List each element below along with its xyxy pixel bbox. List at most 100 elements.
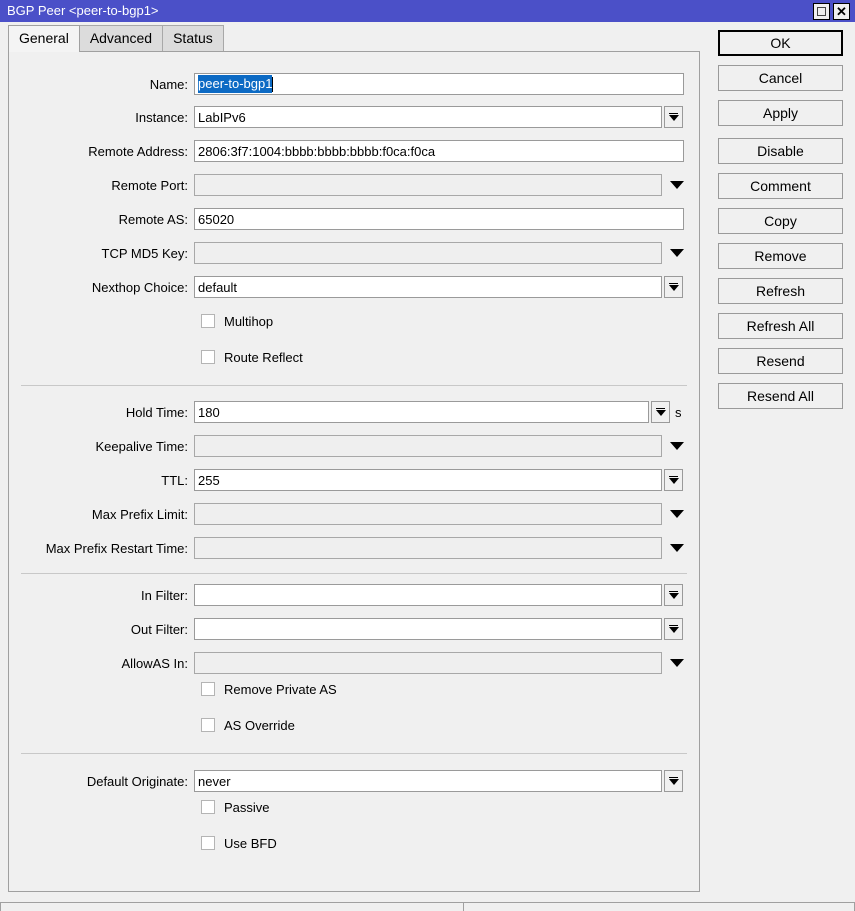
ttl-dropdown-icon[interactable]	[664, 469, 683, 491]
status-badge-enabled: enabled	[0, 902, 464, 911]
label-default-originate: Default Originate:	[9, 774, 194, 789]
apply-button[interactable]: Apply	[718, 100, 843, 126]
status-badge-session-state: established	[464, 902, 855, 911]
label-keepalive-time: Keepalive Time:	[9, 439, 194, 454]
remote-port-dropdown-icon[interactable]	[666, 174, 688, 196]
checkbox-as-override[interactable]	[201, 718, 215, 732]
separator-2	[21, 573, 687, 574]
input-hold-time[interactable]: 180	[194, 401, 649, 423]
label-ttl: TTL:	[9, 473, 194, 488]
checkbox-label-use-bfd: Use BFD	[224, 836, 277, 851]
label-out-filter: Out Filter:	[9, 622, 194, 637]
tab-status[interactable]: Status	[162, 25, 224, 52]
input-out-filter[interactable]	[194, 618, 662, 640]
field-row-tcp-md5-key: TCP MD5 Key:	[9, 241, 688, 265]
max-prefix-restart-time-dropdown-icon[interactable]	[666, 537, 688, 559]
hold-time-dropdown-icon[interactable]	[651, 401, 670, 423]
tab-advanced[interactable]: Advanced	[79, 25, 163, 52]
field-row-remote-address: Remote Address: 2806:3f7:1004:bbbb:bbbb:…	[9, 139, 684, 163]
field-row-instance: Instance: LabIPv6	[9, 105, 683, 129]
resend-all-button[interactable]: Resend All	[718, 383, 843, 409]
field-row-remote-port: Remote Port:	[9, 173, 688, 197]
separator-3	[21, 753, 687, 754]
disable-button[interactable]: Disable	[718, 138, 843, 164]
input-remote-port[interactable]	[194, 174, 662, 196]
field-row-name: Name: peer-to-bgp1	[9, 72, 684, 96]
field-row-max-prefix-restart-time: Max Prefix Restart Time:	[9, 536, 688, 560]
default-originate-dropdown-icon[interactable]	[664, 770, 683, 792]
checkbox-label-passive: Passive	[224, 800, 270, 815]
checkbox-label-multihop: Multihop	[224, 314, 273, 329]
checkbox-label-as-override: AS Override	[224, 718, 295, 733]
close-icon[interactable]: ✕	[833, 3, 850, 20]
tcp-md5-key-dropdown-icon[interactable]	[666, 242, 688, 264]
in-filter-dropdown-icon[interactable]	[664, 584, 683, 606]
resend-button[interactable]: Resend	[718, 348, 843, 374]
out-filter-dropdown-icon[interactable]	[664, 618, 683, 640]
field-row-ttl: TTL: 255	[9, 468, 683, 492]
window-controls: ✕	[813, 3, 853, 20]
checkbox-multihop[interactable]	[201, 314, 215, 328]
tab-general[interactable]: General	[8, 25, 80, 52]
input-keepalive-time[interactable]	[194, 435, 662, 457]
checkbox-label-route-reflect: Route Reflect	[224, 350, 303, 365]
input-max-prefix-restart-time[interactable]	[194, 537, 662, 559]
label-instance: Instance:	[9, 110, 194, 125]
input-default-originate[interactable]: never	[194, 770, 662, 792]
action-button-column: OK Cancel Apply Disable Comment Copy Rem…	[718, 30, 843, 418]
label-tcp-md5-key: TCP MD5 Key:	[9, 246, 194, 261]
input-nexthop-choice[interactable]: default	[194, 276, 662, 298]
label-max-prefix-limit: Max Prefix Limit:	[9, 507, 194, 522]
input-allowas-in[interactable]	[194, 652, 662, 674]
label-hold-time: Hold Time:	[9, 405, 194, 420]
input-in-filter[interactable]	[194, 584, 662, 606]
label-remote-as: Remote AS:	[9, 212, 194, 227]
cancel-button[interactable]: Cancel	[718, 65, 843, 91]
field-row-nexthop-choice: Nexthop Choice: default	[9, 275, 683, 299]
input-remote-address[interactable]: 2806:3f7:1004:bbbb:bbbb:bbbb:f0ca:f0ca	[194, 140, 684, 162]
refresh-all-button[interactable]: Refresh All	[718, 313, 843, 339]
instance-dropdown-icon[interactable]	[664, 106, 683, 128]
field-row-allowas-in: AllowAS In:	[9, 651, 688, 675]
remove-button[interactable]: Remove	[718, 243, 843, 269]
checkbox-row-as-override[interactable]: AS Override	[201, 714, 295, 736]
checkbox-remove-private-as[interactable]	[201, 682, 215, 696]
checkbox-row-passive[interactable]: Passive	[201, 796, 270, 818]
label-allowas-in: AllowAS In:	[9, 656, 194, 671]
input-max-prefix-limit[interactable]	[194, 503, 662, 525]
checkbox-row-multihop[interactable]: Multihop	[201, 310, 273, 332]
checkbox-label-remove-private-as: Remove Private AS	[224, 682, 337, 697]
field-row-default-originate: Default Originate: never	[9, 769, 683, 793]
input-ttl[interactable]: 255	[194, 469, 662, 491]
window-body: General Advanced Status Name: peer-to-bg…	[0, 22, 855, 911]
field-row-keepalive-time: Keepalive Time:	[9, 434, 688, 458]
field-row-out-filter: Out Filter:	[9, 617, 683, 641]
max-prefix-limit-dropdown-icon[interactable]	[666, 503, 688, 525]
status-bar: enabled established	[0, 902, 855, 911]
input-name[interactable]: peer-to-bgp1	[194, 73, 684, 95]
general-form-panel: Name: peer-to-bgp1 Instance: LabIPv6 Rem…	[8, 51, 700, 892]
checkbox-use-bfd[interactable]	[201, 836, 215, 850]
restore-icon[interactable]	[813, 3, 830, 20]
checkbox-row-remove-private-as[interactable]: Remove Private AS	[201, 678, 337, 700]
input-remote-as[interactable]: 65020	[194, 208, 684, 230]
input-instance[interactable]: LabIPv6	[194, 106, 662, 128]
checkbox-route-reflect[interactable]	[201, 350, 215, 364]
refresh-button[interactable]: Refresh	[718, 278, 843, 304]
field-row-remote-as: Remote AS: 65020	[9, 207, 684, 231]
field-row-max-prefix-limit: Max Prefix Limit:	[9, 502, 688, 526]
keepalive-time-dropdown-icon[interactable]	[666, 435, 688, 457]
checkbox-passive[interactable]	[201, 800, 215, 814]
title-bar: BGP Peer <peer-to-bgp1> ✕	[0, 0, 855, 22]
comment-button[interactable]: Comment	[718, 173, 843, 199]
label-remote-address: Remote Address:	[9, 144, 194, 159]
tab-strip: General Advanced Status	[0, 22, 223, 52]
checkbox-row-route-reflect[interactable]: Route Reflect	[201, 346, 303, 368]
input-name-value: peer-to-bgp1	[198, 75, 272, 93]
allowas-in-dropdown-icon[interactable]	[666, 652, 688, 674]
input-tcp-md5-key[interactable]	[194, 242, 662, 264]
checkbox-row-use-bfd[interactable]: Use BFD	[201, 832, 277, 854]
copy-button[interactable]: Copy	[718, 208, 843, 234]
ok-button[interactable]: OK	[718, 30, 843, 56]
nexthop-choice-dropdown-icon[interactable]	[664, 276, 683, 298]
